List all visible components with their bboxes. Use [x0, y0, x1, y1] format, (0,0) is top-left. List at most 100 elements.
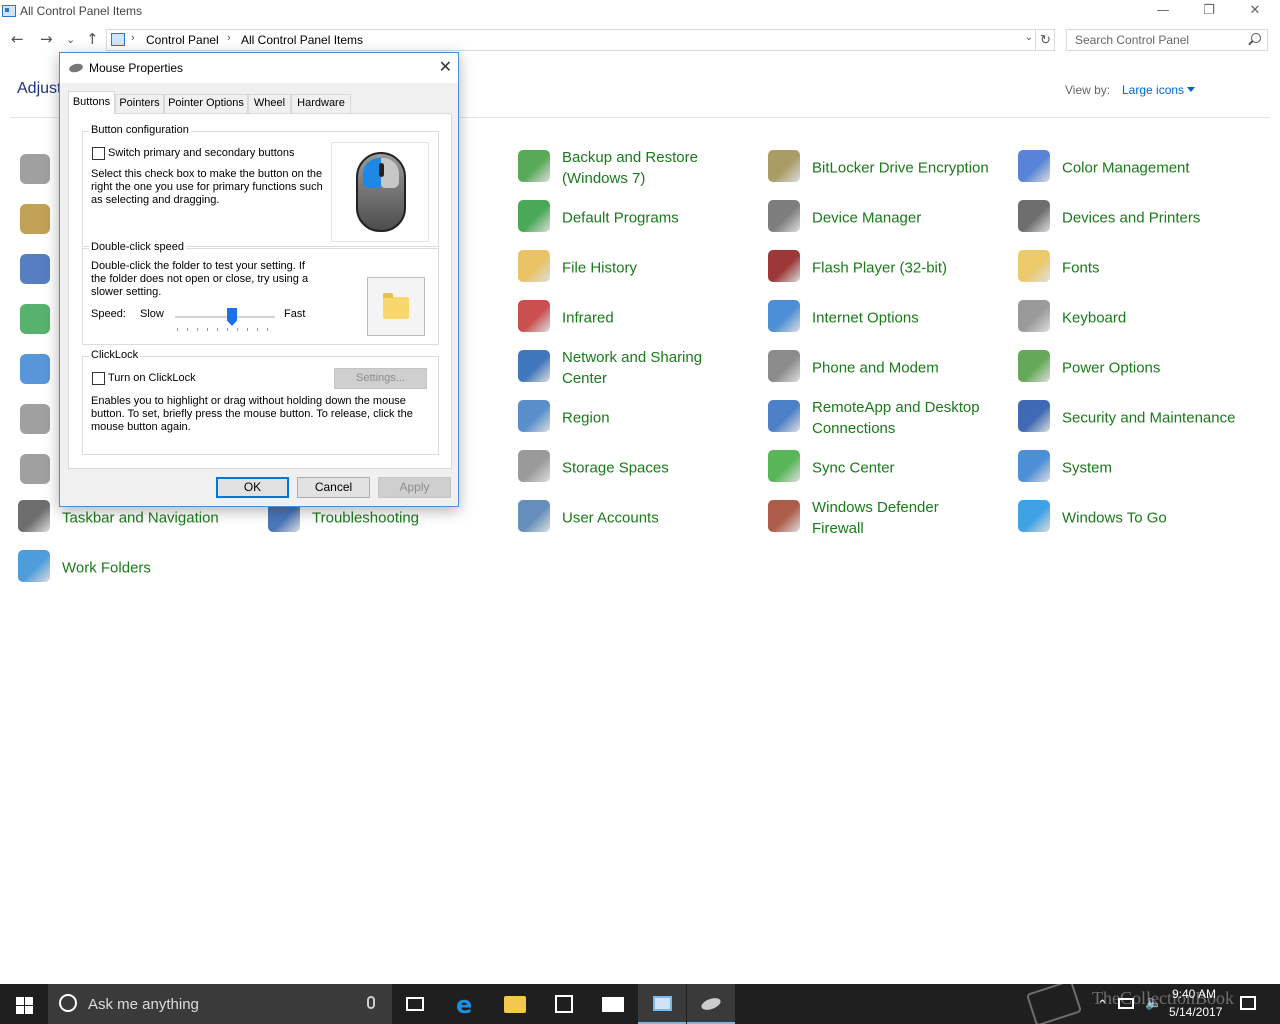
cp-item-label[interactable]: Power Options: [1062, 358, 1160, 379]
address-dropdown-icon[interactable]: ⌄: [1025, 32, 1033, 43]
cp-item-remoteapp[interactable]: RemoteApp and Desktop Connections: [768, 396, 1008, 440]
cortana-search-text[interactable]: Ask me anything: [88, 996, 199, 1013]
cp-item-firewall[interactable]: Windows Defender Firewall: [768, 496, 1008, 540]
cp-item-bitlocker[interactable]: BitLocker Drive Encryption: [768, 146, 1008, 190]
view-by-dropdown[interactable]: Large icons: [1122, 83, 1184, 97]
cp-item-label[interactable]: RemoteApp and Desktop Connections: [812, 397, 980, 439]
recent-locations-button[interactable]: ⌄: [66, 33, 75, 46]
cp-item-label[interactable]: Flash Player (32-bit): [812, 258, 947, 279]
tab-pointers[interactable]: Pointers: [115, 94, 164, 113]
tab-pointer-options[interactable]: Pointer Options: [164, 94, 248, 113]
cp-item-keyboard[interactable]: Keyboard: [1018, 296, 1258, 340]
chevron-down-icon[interactable]: [1187, 87, 1195, 92]
back-button[interactable]: ←: [11, 30, 24, 48]
up-button[interactable]: ↑: [86, 30, 99, 48]
cp-item-label[interactable]: Security and Maintenance: [1062, 408, 1235, 429]
autoplay-icon[interactable]: [20, 204, 50, 234]
cp-item-default-programs[interactable]: Default Programs: [518, 196, 758, 240]
mail-button[interactable]: [589, 984, 637, 1024]
folder-icon[interactable]: [383, 293, 409, 319]
start-button[interactable]: [0, 984, 48, 1024]
cp-item-label[interactable]: Sync Center: [812, 458, 895, 479]
cp-item-windows-to-go[interactable]: Windows To Go: [1018, 496, 1258, 540]
clicklock-label[interactable]: Turn on ClickLock: [108, 372, 196, 385]
cp-item-label[interactable]: Internet Options: [812, 308, 919, 329]
cp-item-label[interactable]: Backup and Restore (Windows 7): [562, 147, 698, 189]
tab-wheel[interactable]: Wheel: [248, 94, 291, 113]
ok-button[interactable]: OK: [216, 477, 289, 498]
cp-item-label[interactable]: Fonts: [1062, 258, 1100, 279]
task-view-button[interactable]: [392, 984, 440, 1024]
cp-item-label[interactable]: Keyboard: [1062, 308, 1126, 329]
cp-item-label[interactable]: BitLocker Drive Encryption: [812, 158, 989, 179]
cp-item-label[interactable]: Color Management: [1062, 158, 1190, 179]
forward-button[interactable]: →: [40, 30, 53, 48]
search-box[interactable]: [1066, 29, 1268, 51]
sound-icon[interactable]: [20, 454, 50, 484]
cp-item-region[interactable]: Region: [518, 396, 758, 440]
address-bar[interactable]: › Control Panel › All Control Panel Item…: [106, 29, 1036, 51]
cp-item-infrared[interactable]: Infrared: [518, 296, 758, 340]
cortana-search-box[interactable]: Ask me anything: [48, 984, 392, 1024]
file-explorer-button[interactable]: [491, 984, 539, 1024]
control-panel-taskbar-button[interactable]: [638, 984, 686, 1024]
test-folder-area[interactable]: [367, 277, 425, 336]
speed-slider-track[interactable]: [175, 316, 275, 318]
apply-button[interactable]: Apply: [378, 477, 451, 498]
cp-item-devices-printers[interactable]: Devices and Printers: [1018, 196, 1258, 240]
cp-item-power-options[interactable]: Power Options: [1018, 346, 1258, 390]
cp-item-label[interactable]: Phone and Modem: [812, 358, 939, 379]
edge-button[interactable]: e: [442, 984, 490, 1024]
refresh-button[interactable]: ↻: [1037, 29, 1055, 51]
cp-item-label[interactable]: Devices and Printers: [1062, 208, 1200, 229]
mouse-properties-taskbar-button[interactable]: [687, 984, 735, 1024]
cp-item-fonts[interactable]: Fonts: [1018, 246, 1258, 290]
cp-item-security-maintenance[interactable]: Security and Maintenance: [1018, 396, 1258, 440]
cp-item-label[interactable]: Windows Defender Firewall: [812, 497, 939, 539]
cp-item-sync-center[interactable]: Sync Center: [768, 446, 1008, 490]
microphone-icon[interactable]: [367, 996, 375, 1009]
speed-slider-thumb[interactable]: [227, 308, 237, 326]
tab-hardware[interactable]: Hardware: [291, 94, 351, 113]
cp-item-internet-options[interactable]: Internet Options: [768, 296, 1008, 340]
cp-item-system[interactable]: System: [1018, 446, 1258, 490]
action-center-icon[interactable]: [1240, 996, 1256, 1010]
cp-item-label[interactable]: File History: [562, 258, 637, 279]
cp-item-label[interactable]: Troubleshooting: [312, 508, 419, 529]
cp-item-label[interactable]: System: [1062, 458, 1112, 479]
ease-of-access-icon[interactable]: [20, 254, 50, 284]
cp-item-label[interactable]: Taskbar and Navigation: [62, 508, 219, 529]
cp-item-label[interactable]: Device Manager: [812, 208, 921, 229]
cancel-button[interactable]: Cancel: [297, 477, 370, 498]
cp-item-work-folders[interactable]: Work Folders: [18, 546, 258, 590]
cp-item-user-accounts[interactable]: User Accounts: [518, 496, 758, 540]
cp-item-label[interactable]: Region: [562, 408, 610, 429]
dialog-close-button[interactable]: ✕: [439, 57, 452, 76]
switch-buttons-label[interactable]: Switch primary and secondary buttons: [108, 147, 294, 160]
cp-item-file-history[interactable]: File History: [518, 246, 758, 290]
admin-tools-icon[interactable]: [20, 154, 50, 184]
restore-button[interactable]: ❐: [1186, 0, 1232, 24]
homegroup-icon[interactable]: [20, 304, 50, 334]
breadcrumb-control-panel[interactable]: Control Panel: [146, 33, 219, 47]
breadcrumb-all-items[interactable]: All Control Panel Items: [241, 33, 363, 47]
cp-item-label[interactable]: User Accounts: [562, 508, 659, 529]
recovery-icon[interactable]: [20, 404, 50, 434]
store-button[interactable]: [540, 984, 588, 1024]
cp-item-phone-modem[interactable]: Phone and Modem: [768, 346, 1008, 390]
cp-item-storage-spaces[interactable]: Storage Spaces: [518, 446, 758, 490]
cp-item-label[interactable]: Storage Spaces: [562, 458, 669, 479]
cp-item-color-management[interactable]: Color Management: [1018, 146, 1258, 190]
search-input[interactable]: [1067, 30, 1237, 50]
cp-item-label[interactable]: Default Programs: [562, 208, 679, 229]
clicklock-checkbox[interactable]: [92, 372, 105, 385]
cp-item-label[interactable]: Windows To Go: [1062, 508, 1167, 529]
minimize-button[interactable]: —: [1140, 0, 1186, 24]
switch-buttons-checkbox[interactable]: [92, 147, 105, 160]
clicklock-settings-button[interactable]: Settings...: [334, 368, 427, 389]
cp-item-label[interactable]: Work Folders: [62, 558, 151, 579]
cp-item-device-manager[interactable]: Device Manager: [768, 196, 1008, 240]
cp-item-label[interactable]: Network and Sharing Center: [562, 347, 702, 389]
close-button[interactable]: ✕: [1232, 0, 1278, 24]
tab-buttons[interactable]: Buttons: [68, 91, 115, 114]
